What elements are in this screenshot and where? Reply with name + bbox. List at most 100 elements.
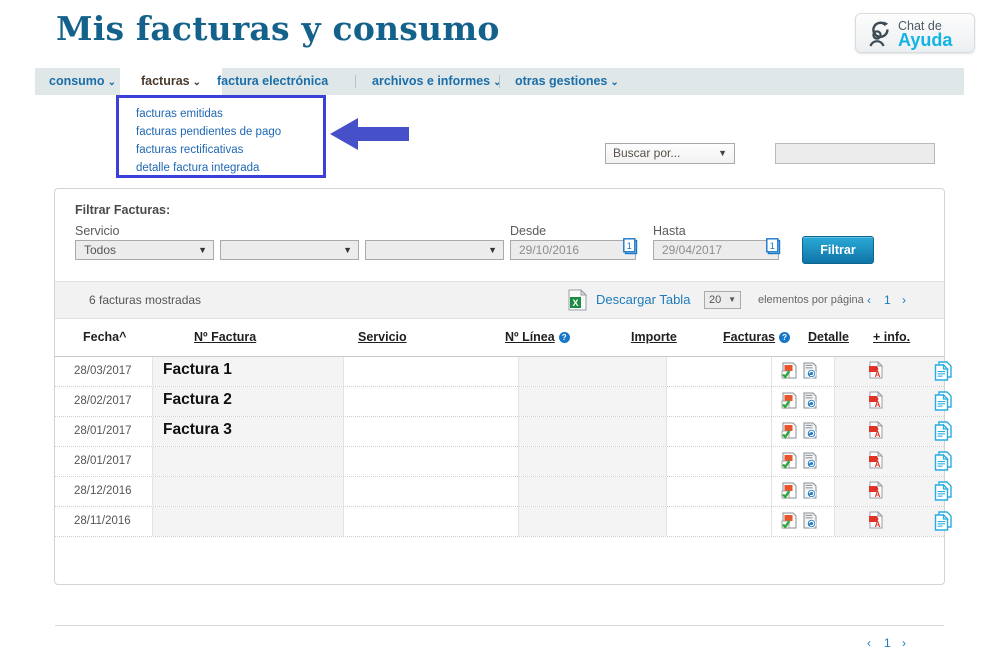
table-row[interactable]: 28/01/2017 A — [55, 447, 944, 477]
dropdown-item-detalle-factura-integrada[interactable]: detalle factura integrada — [136, 162, 259, 174]
cell-detalle-icon[interactable]: A — [868, 421, 884, 444]
column-divider — [518, 387, 519, 416]
invoice-check-icon[interactable] — [781, 396, 798, 413]
chevron-down-icon: ▼ — [198, 241, 207, 259]
col-header-importe[interactable]: Importe — [631, 330, 677, 344]
invoice-refresh-icon[interactable] — [802, 516, 819, 533]
cell-info-icon[interactable] — [934, 421, 953, 446]
table-row[interactable]: 28/02/2017Factura 2 A — [55, 387, 944, 417]
filter-select-3[interactable]: ▼ — [365, 240, 504, 260]
cell-facturas-icons[interactable] — [781, 452, 819, 474]
nav-item-consumo[interactable]: consumo⌄ — [39, 68, 126, 95]
documents-icon[interactable] — [934, 398, 953, 415]
search-input[interactable] — [775, 143, 935, 164]
cell-info-icon[interactable] — [934, 391, 953, 416]
invoice-check-icon[interactable] — [781, 456, 798, 473]
cell-info-icon[interactable] — [934, 451, 953, 476]
calendar-icon[interactable]: 1 — [766, 238, 781, 255]
invoice-check-icon[interactable] — [781, 486, 798, 503]
cell-detalle-icon[interactable]: A — [868, 391, 884, 414]
facturas-table: Fecha^ Nº Factura Servicio Nº Línea? Imp… — [55, 318, 944, 537]
pdf-icon[interactable]: A — [868, 486, 884, 503]
nav-item-archivos-informes[interactable]: archivos e informes⌄ — [362, 68, 512, 95]
cell-info-icon[interactable] — [934, 481, 953, 506]
nav-item-factura-electronica[interactable]: factura electrónica — [207, 68, 338, 95]
documents-icon[interactable] — [934, 428, 953, 445]
filtrar-button[interactable]: Filtrar — [802, 236, 874, 264]
calendar-icon[interactable]: 1 — [623, 238, 638, 255]
col-header-num-factura[interactable]: Nº Factura — [194, 330, 256, 344]
hasta-input[interactable]: 29/04/2017 — [653, 240, 779, 260]
cell-detalle-icon[interactable]: A — [868, 451, 884, 474]
documents-icon[interactable] — [934, 518, 953, 535]
pdf-icon[interactable]: A — [868, 426, 884, 443]
pdf-icon[interactable]: A — [868, 456, 884, 473]
col-header-servicio[interactable]: Servicio — [358, 330, 407, 344]
table-row[interactable]: 28/01/2017Factura 3 A — [55, 417, 944, 447]
pager-next-bottom[interactable]: › — [902, 636, 906, 650]
cell-info-icon[interactable] — [934, 361, 953, 386]
svg-text:A: A — [875, 490, 881, 499]
invoice-refresh-icon[interactable] — [802, 396, 819, 413]
cell-detalle-icon[interactable]: A — [868, 511, 884, 534]
dropdown-item-facturas-pendientes[interactable]: facturas pendientes de pago — [136, 126, 281, 138]
cell-detalle-icon[interactable]: A — [868, 481, 884, 504]
column-divider — [518, 357, 519, 386]
col-header-fecha[interactable]: Fecha^ — [83, 330, 126, 344]
invoice-refresh-icon[interactable] — [802, 456, 819, 473]
invoice-check-icon[interactable] — [781, 366, 798, 383]
invoice-refresh-icon[interactable] — [802, 366, 819, 383]
cell-info-bg — [834, 357, 944, 386]
table-row[interactable]: 28/03/2017Factura 1 A — [55, 357, 944, 387]
pdf-icon[interactable]: A — [868, 366, 884, 383]
column-divider — [666, 417, 667, 446]
svg-text:1: 1 — [627, 241, 632, 251]
chat-help-button[interactable]: Chat de Ayuda — [855, 13, 975, 53]
cell-num-factura: Factura 2 — [163, 391, 232, 409]
cell-facturas-icons[interactable] — [781, 362, 819, 384]
descargar-tabla-link[interactable]: Descargar Tabla — [596, 292, 690, 307]
svg-text:A: A — [875, 520, 881, 529]
pdf-icon[interactable]: A — [868, 516, 884, 533]
table-row[interactable]: 28/11/2016 A — [55, 507, 944, 537]
help-icon[interactable]: ? — [559, 332, 570, 343]
cell-facturas-icons[interactable] — [781, 512, 819, 534]
pdf-icon[interactable]: A — [868, 396, 884, 413]
table-row[interactable]: 28/12/2016 A — [55, 477, 944, 507]
cell-facturas-icons[interactable] — [781, 392, 819, 414]
desde-input[interactable]: 29/10/2016 — [510, 240, 636, 260]
dropdown-item-facturas-emitidas[interactable]: facturas emitidas — [136, 108, 223, 120]
pager-next-top[interactable]: › — [902, 293, 906, 307]
invoice-check-icon[interactable] — [781, 426, 798, 443]
per-page-select[interactable]: 20 ▼ — [704, 291, 741, 309]
servicio-select[interactable]: Todos ▼ — [75, 240, 214, 260]
cell-info-icon[interactable] — [934, 511, 953, 536]
cell-facturas-icons[interactable] — [781, 482, 819, 504]
documents-icon[interactable] — [934, 458, 953, 475]
invoice-check-icon[interactable] — [781, 516, 798, 533]
pager-prev-top[interactable]: ‹ — [867, 293, 871, 307]
col-header-mas-info[interactable]: + info. — [873, 330, 910, 344]
column-divider — [343, 417, 344, 446]
nav-item-otras-gestiones[interactable]: otras gestiones⌄ — [505, 68, 629, 95]
filter-select-2[interactable]: ▼ — [220, 240, 359, 260]
excel-file-icon[interactable]: X — [568, 289, 588, 316]
pager-page-top[interactable]: 1 — [884, 293, 891, 307]
help-icon[interactable]: ? — [779, 332, 790, 343]
dropdown-item-facturas-rectificativas[interactable]: facturas rectificativas — [136, 144, 243, 156]
cell-detalle-icon[interactable]: A — [868, 361, 884, 384]
column-divider — [152, 357, 153, 386]
pager-page-bottom[interactable]: 1 — [884, 636, 891, 650]
documents-icon[interactable] — [934, 488, 953, 505]
pager-prev-bottom[interactable]: ‹ — [867, 636, 871, 650]
col-header-facturas-label: Facturas — [723, 330, 775, 344]
col-header-detalle[interactable]: Detalle — [808, 330, 849, 344]
invoice-refresh-icon[interactable] — [802, 426, 819, 443]
col-header-num-linea[interactable]: Nº Línea? — [505, 330, 570, 344]
documents-icon[interactable] — [934, 368, 953, 385]
col-header-facturas[interactable]: Facturas? — [723, 330, 790, 344]
cell-facturas-icons[interactable] — [781, 422, 819, 444]
invoice-refresh-icon[interactable] — [802, 486, 819, 503]
cell-num-factura-bg — [152, 477, 343, 506]
search-by-select[interactable]: Buscar por... ▼ — [605, 143, 735, 164]
